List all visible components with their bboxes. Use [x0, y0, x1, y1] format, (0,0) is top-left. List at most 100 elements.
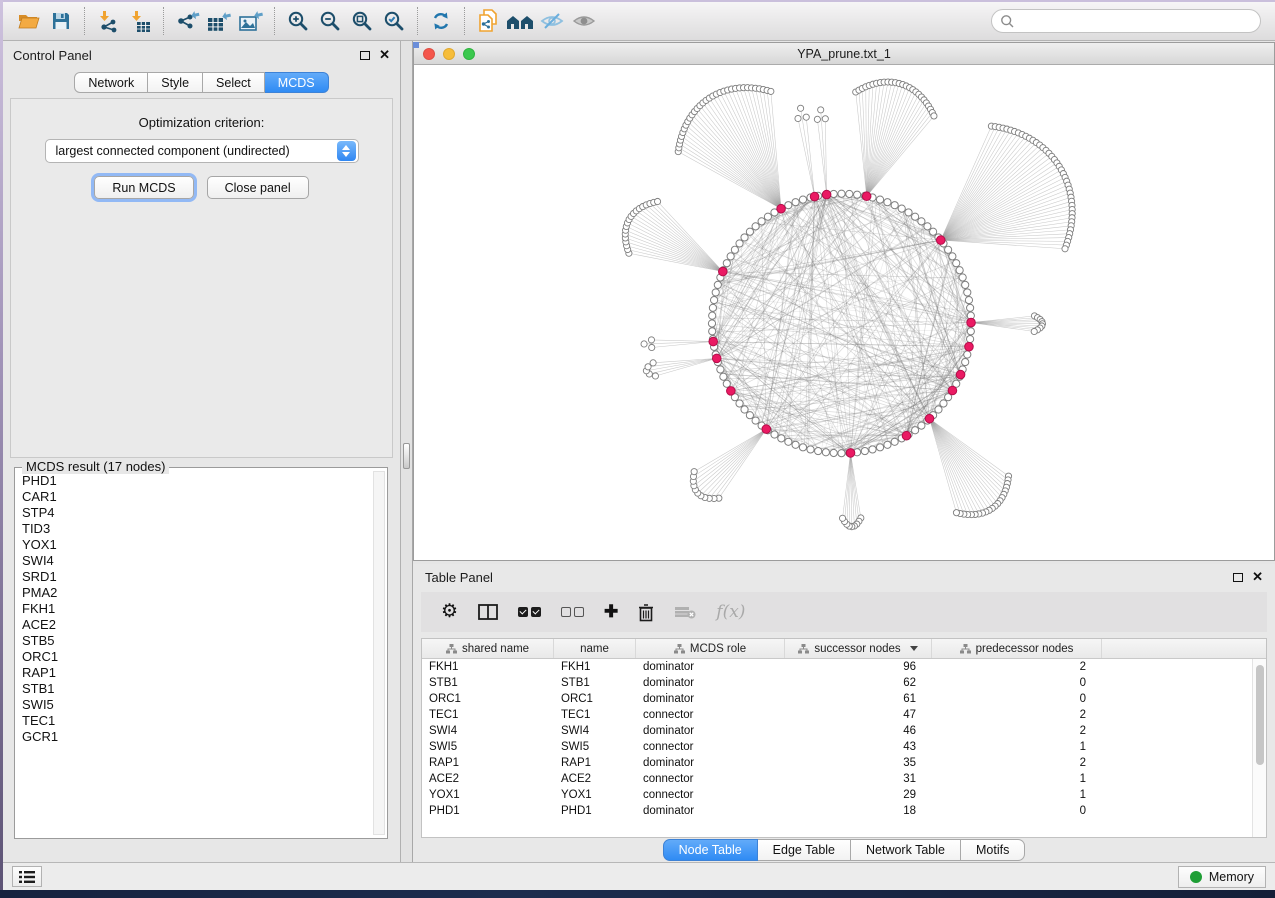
memory-button[interactable]: Memory [1178, 866, 1266, 888]
import-table-button[interactable] [124, 6, 156, 36]
mcds-node-item[interactable]: STB1 [20, 681, 369, 697]
mcds-node-item[interactable]: SWI4 [20, 553, 369, 569]
close-panel-icon[interactable]: ✕ [379, 50, 390, 60]
mcds-node-item[interactable]: GCR1 [20, 729, 369, 745]
tab-select[interactable]: Select [203, 72, 265, 93]
tab-motifs[interactable]: Motifs [961, 839, 1025, 861]
tab-node-table[interactable]: Node Table [663, 839, 758, 861]
mcds-node-item[interactable]: YOX1 [20, 537, 369, 553]
hide-selected-button[interactable] [536, 6, 568, 36]
zoom-fit-button[interactable] [346, 6, 378, 36]
mcds-node-item[interactable]: FKH1 [20, 601, 369, 617]
close-panel-icon[interactable]: ✕ [1252, 572, 1263, 582]
table-row[interactable]: FKH1FKH1dominator962 [422, 659, 1252, 675]
export-image-button[interactable] [235, 6, 267, 36]
mcds-node-item[interactable]: TID3 [20, 521, 369, 537]
table-cell: dominator [636, 725, 785, 737]
zoom-out-button[interactable] [314, 6, 346, 36]
table-row[interactable]: TEC1TEC1connector472 [422, 707, 1252, 723]
mcds-node-item[interactable]: ORC1 [20, 649, 369, 665]
mcds-node-item[interactable]: RAP1 [20, 665, 369, 681]
import-network-icon [96, 9, 120, 33]
table-cell: 29 [785, 789, 932, 801]
create-column-button[interactable]: ✚ [604, 600, 618, 624]
maximize-window-icon[interactable] [463, 48, 475, 60]
export-network-button[interactable] [171, 6, 203, 36]
tab-style[interactable]: Style [148, 72, 203, 93]
table-row[interactable]: YOX1YOX1connector291 [422, 787, 1252, 803]
mcds-node-item[interactable]: PMA2 [20, 585, 369, 601]
table-scrollbar[interactable] [1252, 659, 1266, 837]
tab-network[interactable]: Network [74, 72, 148, 93]
toolbar-separator [84, 7, 85, 35]
mcds-node-item[interactable]: STP4 [20, 505, 369, 521]
table-cell: connector [636, 741, 785, 753]
table-row[interactable]: SWI4SWI4dominator462 [422, 723, 1252, 739]
import-network-button[interactable] [92, 6, 124, 36]
float-panel-icon[interactable] [360, 51, 370, 60]
control-panel-title: Control Panel [13, 48, 92, 63]
memory-label: Memory [1209, 870, 1254, 884]
mcds-node-item[interactable]: SRD1 [20, 569, 369, 585]
mcds-node-item[interactable]: PHD1 [20, 473, 369, 489]
float-panel-icon[interactable] [1233, 573, 1243, 582]
column-header-successor-nodes[interactable]: successor nodes [785, 639, 932, 658]
network-graph [414, 66, 1274, 560]
mcds-node-item[interactable]: ACE2 [20, 617, 369, 633]
search-input[interactable] [1015, 11, 1260, 31]
tab-mcds[interactable]: MCDS [265, 72, 329, 93]
control-panel: Control Panel ✕ NetworkStyleSelectMCDS O… [3, 41, 400, 862]
table-row[interactable]: ACE2ACE2connector311 [422, 771, 1252, 787]
run-mcds-button[interactable]: Run MCDS [94, 176, 193, 199]
save-icon [50, 10, 72, 32]
table-row[interactable]: PHD1PHD1dominator180 [422, 803, 1252, 819]
tab-network-table[interactable]: Network Table [851, 839, 961, 861]
duplicate-network-button[interactable] [472, 6, 504, 36]
column-header-shared-name[interactable]: shared name [422, 639, 554, 658]
zoom-selected-button[interactable] [378, 6, 410, 36]
apply-layout-button[interactable] [425, 6, 457, 36]
mcds-node-item[interactable]: SWI5 [20, 697, 369, 713]
select-all-columns-button[interactable] [518, 600, 541, 624]
splitter-handle[interactable] [403, 443, 410, 469]
table-row[interactable]: SWI5SWI5connector431 [422, 739, 1252, 755]
unchecked-box-icon [574, 607, 584, 617]
houses-icon [505, 10, 535, 32]
deselect-all-columns-button[interactable] [561, 600, 584, 624]
save-session-button[interactable] [45, 6, 77, 36]
first-neighbors-button[interactable] [504, 6, 536, 36]
mcds-node-item[interactable]: STB5 [20, 633, 369, 649]
column-header-MCDS-role[interactable]: MCDS role [636, 639, 785, 658]
memory-status-icon [1190, 871, 1202, 883]
column-header-name[interactable]: name [554, 639, 636, 658]
table-scrollbar-thumb[interactable] [1256, 665, 1264, 765]
table-cell: 43 [785, 741, 932, 753]
network-canvas[interactable] [414, 66, 1274, 560]
zoom-in-button[interactable] [282, 6, 314, 36]
mcds-node-item[interactable]: CAR1 [20, 489, 369, 505]
close-window-icon[interactable] [423, 48, 435, 60]
network-window-titlebar[interactable]: YPA_prune.txt_1 [414, 43, 1274, 65]
search-box [991, 9, 1261, 33]
close-panel-button[interactable]: Close panel [207, 176, 309, 199]
delete-column-button[interactable] [638, 600, 654, 624]
criterion-dropdown[interactable]: largest connected component (undirected) [45, 139, 359, 163]
table-cell: dominator [636, 805, 785, 817]
show-all-button[interactable] [568, 6, 600, 36]
minimize-window-icon[interactable] [443, 48, 455, 60]
column-header-predecessor-nodes[interactable]: predecessor nodes [932, 639, 1102, 658]
mcds-list-scrollbar[interactable] [373, 471, 385, 835]
mcds-node-item[interactable]: TEC1 [20, 713, 369, 729]
tab-edge-table[interactable]: Edge Table [758, 839, 851, 861]
column-label: shared name [462, 643, 529, 655]
table-settings-button[interactable]: ⚙ [441, 600, 458, 624]
table-row[interactable]: STB1STB1dominator620 [422, 675, 1252, 691]
column-label: successor nodes [814, 643, 900, 655]
zoom-in-icon [286, 9, 310, 33]
table-row[interactable]: ORC1ORC1dominator610 [422, 691, 1252, 707]
show-panels-button[interactable] [12, 866, 42, 887]
show-columns-button[interactable] [478, 600, 498, 624]
open-file-button[interactable] [13, 6, 45, 36]
table-row[interactable]: RAP1RAP1dominator352 [422, 755, 1252, 771]
export-table-button[interactable] [203, 6, 235, 36]
